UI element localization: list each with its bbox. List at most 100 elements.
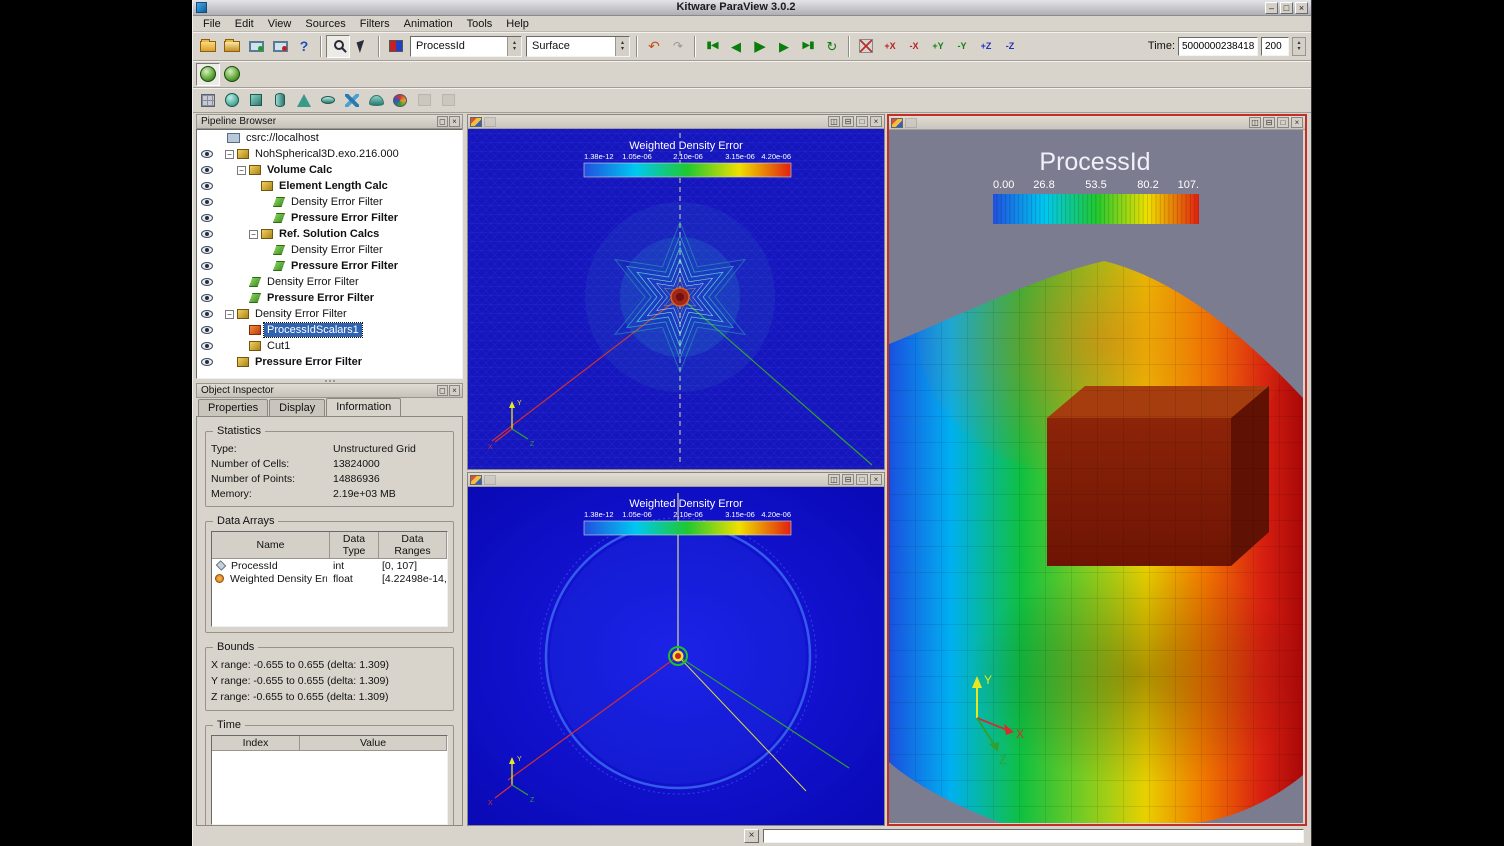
- render-canvas-field[interactable]: Weighted Density Error 1.38e-12 1.05e-06…: [468, 487, 884, 825]
- loop-button[interactable]: ↻: [820, 35, 844, 58]
- menu-tools[interactable]: Tools: [460, 17, 500, 31]
- help-button[interactable]: ?: [292, 35, 316, 58]
- expander-icon[interactable]: −: [225, 310, 234, 319]
- reset-center-button[interactable]: [220, 63, 244, 86]
- link-camera-icon[interactable]: [484, 117, 496, 127]
- close-icon[interactable]: ×: [1295, 2, 1308, 14]
- float-panel-icon[interactable]: ◻: [437, 385, 448, 396]
- view-options-icon[interactable]: [470, 117, 482, 127]
- visibility-eye-icon[interactable]: [201, 294, 213, 302]
- previous-frame-button[interactable]: ◀: [724, 35, 748, 58]
- first-frame-button[interactable]: ▮◀: [700, 35, 724, 58]
- camera-plus-z-button[interactable]: +Z: [974, 35, 998, 58]
- visibility-eye-icon[interactable]: [201, 326, 213, 334]
- pipeline-item-density-error-filter[interactable]: Density Error Filter: [197, 274, 462, 290]
- redo-button[interactable]: ↷: [666, 35, 690, 58]
- spin-down-icon[interactable]: ▾: [513, 46, 516, 52]
- column-header[interactable]: Name: [212, 532, 330, 558]
- pipeline-item-localhost[interactable]: csrc://localhost: [197, 130, 462, 146]
- last-frame-button[interactable]: ▶▮: [796, 35, 820, 58]
- maximize-view-icon[interactable]: □: [856, 474, 868, 485]
- tab-properties[interactable]: Properties: [198, 399, 268, 416]
- pipeline-item-cut1[interactable]: Cut1: [197, 338, 462, 354]
- column-header[interactable]: Value: [300, 736, 447, 750]
- split-horizontal-icon[interactable]: ◫: [828, 474, 840, 485]
- pipeline-item-pressure-error-filter[interactable]: Pressure Error Filter: [197, 354, 462, 370]
- close-view-icon[interactable]: ×: [1291, 117, 1303, 128]
- close-view-icon[interactable]: ×: [870, 116, 882, 127]
- tab-display[interactable]: Display: [269, 399, 325, 416]
- view-options-icon[interactable]: [470, 475, 482, 485]
- reset-camera-button[interactable]: [854, 35, 878, 58]
- threshold-filter-button[interactable]: [316, 89, 340, 112]
- slice-filter-button[interactable]: [268, 89, 292, 112]
- tab-information[interactable]: Information: [326, 398, 401, 416]
- undo-button[interactable]: ↶: [642, 35, 666, 58]
- combo-arrows-icon[interactable]: ▴▾: [507, 37, 521, 56]
- menu-help[interactable]: Help: [499, 17, 536, 31]
- split-vertical-icon[interactable]: ⊟: [1263, 117, 1275, 128]
- menu-sources[interactable]: Sources: [298, 17, 352, 31]
- table-row[interactable]: Weighted Density Error float [4.22498e-1…: [212, 572, 447, 585]
- split-vertical-icon[interactable]: ⊟: [842, 474, 854, 485]
- visibility-eye-icon[interactable]: [201, 262, 213, 270]
- pipeline-item-density-error-filter[interactable]: Density Error Filter: [197, 242, 462, 258]
- split-horizontal-icon[interactable]: ◫: [1249, 117, 1261, 128]
- split-horizontal-icon[interactable]: ◫: [828, 116, 840, 127]
- representation-select[interactable]: Surface ▴▾: [526, 36, 630, 57]
- spin-down-icon[interactable]: ▾: [1297, 46, 1300, 52]
- visibility-eye-icon[interactable]: [201, 342, 213, 350]
- camera-minus-x-button[interactable]: -X: [902, 35, 926, 58]
- table-row[interactable]: ProcessId int [0, 107]: [212, 559, 447, 572]
- camera-plus-x-button[interactable]: +X: [878, 35, 902, 58]
- pipeline-item-density-error-filter[interactable]: Density Error Filter: [197, 194, 462, 210]
- time-table[interactable]: Index Value: [211, 735, 448, 825]
- column-header[interactable]: Data Type: [330, 532, 379, 558]
- status-message-input[interactable]: [763, 829, 1304, 843]
- visibility-eye-icon[interactable]: [201, 150, 213, 158]
- frame-input[interactable]: [1261, 37, 1289, 56]
- extract-surface-button[interactable]: [220, 89, 244, 112]
- calculator-filter-button[interactable]: [196, 89, 220, 112]
- pipeline-item-pressure-error-filter[interactable]: Pressure Error Filter: [197, 210, 462, 226]
- visibility-eye-icon[interactable]: [201, 182, 213, 190]
- minimize-icon[interactable]: –: [1265, 2, 1278, 14]
- close-panel-icon[interactable]: ×: [449, 385, 460, 396]
- pipeline-item-ref-solution-calcs[interactable]: −Ref. Solution Calcs: [197, 226, 462, 242]
- menu-filters[interactable]: Filters: [353, 17, 397, 31]
- pipeline-browser-header[interactable]: Pipeline Browser ◻ ×: [196, 114, 463, 129]
- camera-minus-y-button[interactable]: -Y: [950, 35, 974, 58]
- disconnect-server-button[interactable]: [268, 35, 292, 58]
- expander-icon[interactable]: −: [225, 150, 234, 159]
- connect-server-button[interactable]: [244, 35, 268, 58]
- titlebar[interactable]: Kitware ParaView 3.0.2 – □ ×: [193, 0, 1311, 16]
- render-canvas-surface[interactable]: ProcessId 0.00 26.8 53.5 80.2 107. Y X Z: [889, 130, 1303, 823]
- next-frame-button[interactable]: ▶: [772, 35, 796, 58]
- menu-file[interactable]: File: [196, 17, 228, 31]
- camera-minus-z-button[interactable]: -Z: [998, 35, 1022, 58]
- visibility-eye-icon[interactable]: [201, 310, 213, 318]
- play-button[interactable]: ▶: [748, 35, 772, 58]
- warp-filter-button[interactable]: [364, 89, 388, 112]
- visibility-eye-icon[interactable]: [201, 358, 213, 366]
- rubber-band-zoom-button[interactable]: [326, 35, 350, 58]
- visibility-eye-icon[interactable]: [201, 198, 213, 206]
- pipeline-item-pressure-error-filter[interactable]: Pressure Error Filter: [197, 258, 462, 274]
- link-camera-icon[interactable]: [484, 475, 496, 485]
- clip-filter-button[interactable]: [244, 89, 268, 112]
- glyph-filter-button[interactable]: [340, 89, 364, 112]
- visibility-eye-icon[interactable]: [201, 246, 213, 254]
- time-input[interactable]: [1178, 37, 1258, 56]
- maximize-icon[interactable]: □: [1280, 2, 1293, 14]
- contour-filter-button[interactable]: [292, 89, 316, 112]
- visibility-eye-icon[interactable]: [201, 278, 213, 286]
- maximize-view-icon[interactable]: □: [856, 116, 868, 127]
- pipeline-item-processidscalars1[interactable]: ProcessIdScalars1: [197, 322, 462, 338]
- float-panel-icon[interactable]: ◻: [437, 116, 448, 127]
- object-inspector-header[interactable]: Object Inspector ◻ ×: [196, 383, 463, 398]
- menu-view[interactable]: View: [261, 17, 299, 31]
- column-header[interactable]: Index: [212, 736, 300, 750]
- visibility-eye-icon[interactable]: [201, 230, 213, 238]
- pipeline-item-element-length-calc[interactable]: Element Length Calc: [197, 178, 462, 194]
- menu-edit[interactable]: Edit: [228, 17, 261, 31]
